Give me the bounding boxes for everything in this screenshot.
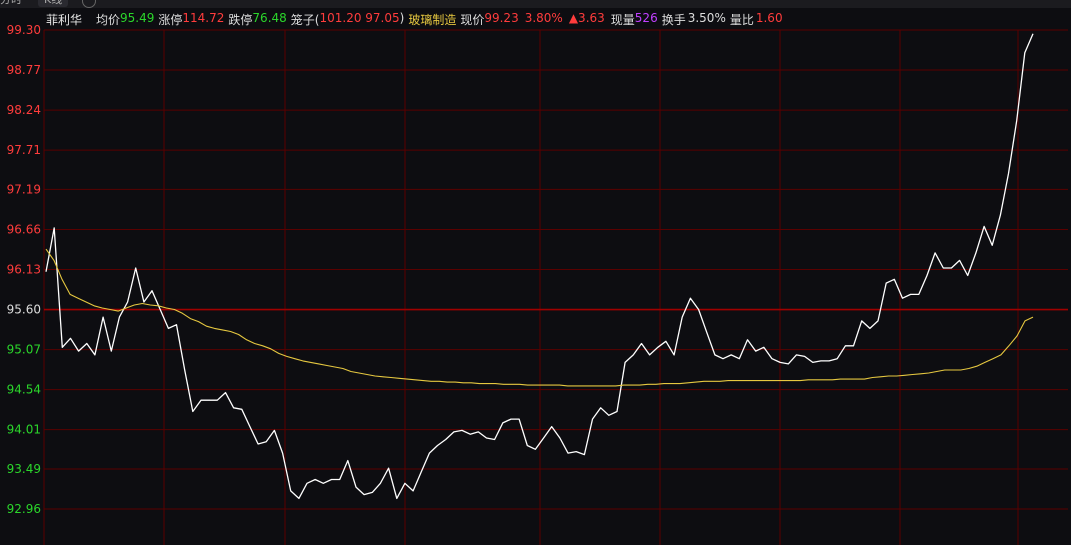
y-tick-label: 94.54 <box>7 383 41 397</box>
y-tick-label: 93.49 <box>7 462 41 476</box>
y-tick-label: 97.19 <box>7 182 41 196</box>
y-tick-label: 97.71 <box>7 143 41 157</box>
y-tick-label: 92.96 <box>7 502 41 516</box>
y-tick-label: 95.07 <box>7 343 41 357</box>
y-tick-label: 98.24 <box>7 103 41 117</box>
y-tick-label: 94.01 <box>7 423 41 437</box>
y-tick-label: 95.60 <box>7 303 41 317</box>
y-tick-label: 96.13 <box>7 263 41 277</box>
y-tick-label: 98.77 <box>7 63 41 77</box>
y-tick-label: 96.66 <box>7 222 41 236</box>
y-tick-label: 99.30 <box>7 23 41 37</box>
intraday-chart[interactable]: 99.30 98.77 98.24 97.71 97.19 96.66 96.13 95.60… <box>0 0 1071 545</box>
